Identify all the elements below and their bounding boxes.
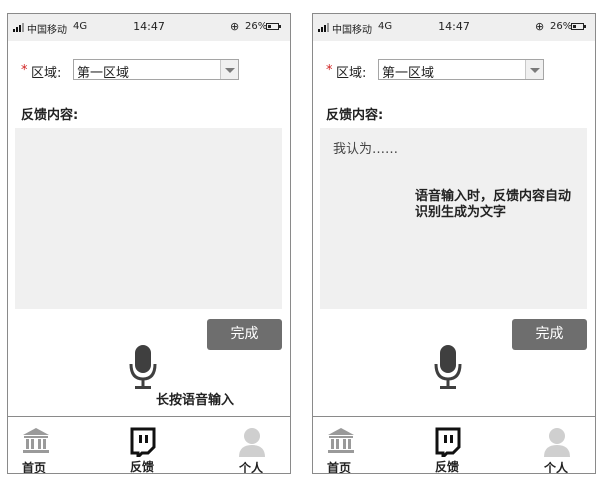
bank-icon xyxy=(328,428,354,453)
region-label: 区域: xyxy=(31,66,62,81)
chevron-down-icon[interactable] xyxy=(220,60,238,79)
tab-bar: 首页 反馈 个人 xyxy=(313,416,595,474)
battery-percent: 26% xyxy=(550,21,573,32)
region-select-value: 第一区域 xyxy=(382,66,435,81)
region-select[interactable]: 第一区域 xyxy=(378,59,544,81)
feedback-text: 我认为…… xyxy=(333,142,399,157)
tab-home-label: 首页 xyxy=(327,461,352,474)
battery-icon xyxy=(266,23,281,30)
feedback-icon xyxy=(130,427,156,457)
phone-screen-voice-recognized: 中国移动 4G 14:47 ⊕ 26% * 区域: 第一区域 反馈内容: 我认为… xyxy=(312,13,596,474)
required-mark: * xyxy=(326,63,333,78)
battery-icon xyxy=(571,23,586,30)
status-bar: 中国移动 4G 14:47 ⊕ 26% xyxy=(8,14,290,41)
required-mark: * xyxy=(21,63,28,78)
annotation-note: 语音输入时，反馈内容自动识别生成为文字 xyxy=(415,189,572,220)
region-label: 区域: xyxy=(336,66,367,81)
chevron-down-icon[interactable] xyxy=(525,60,543,79)
person-icon xyxy=(239,428,265,457)
person-icon xyxy=(544,428,570,457)
status-bar: 中国移动 4G 14:47 ⊕ 26% xyxy=(313,14,595,41)
feedback-icon xyxy=(435,427,461,457)
tab-feedback[interactable]: 反馈 xyxy=(417,417,477,474)
feedback-textarea[interactable] xyxy=(15,128,282,309)
voice-input-hint: 长按语音输入 xyxy=(156,393,235,408)
done-button[interactable]: 完成 xyxy=(207,319,282,350)
bank-icon xyxy=(23,428,49,453)
tab-profile[interactable]: 个人 xyxy=(527,417,587,474)
tab-feedback-label: 反馈 xyxy=(435,460,460,474)
feedback-textarea[interactable]: 我认为…… 语音输入时，反馈内容自动识别生成为文字 xyxy=(320,128,587,309)
region-select[interactable]: 第一区域 xyxy=(73,59,239,81)
rotation-lock-icon: ⊕ xyxy=(230,20,240,33)
feedback-label: 反馈内容: xyxy=(326,108,384,123)
tab-feedback[interactable]: 反馈 xyxy=(112,417,172,474)
tab-home[interactable]: 首页 xyxy=(8,417,68,474)
feedback-label: 反馈内容: xyxy=(21,108,79,123)
done-button[interactable]: 完成 xyxy=(512,319,587,350)
microphone-icon[interactable] xyxy=(433,345,463,391)
tab-bar: 首页 反馈 个人 xyxy=(8,416,290,474)
microphone-icon[interactable] xyxy=(128,345,158,391)
tab-home-label: 首页 xyxy=(22,461,47,474)
tab-profile-label: 个人 xyxy=(239,461,264,474)
battery-percent: 26% xyxy=(245,21,268,32)
tab-home[interactable]: 首页 xyxy=(313,417,373,474)
tab-profile-label: 个人 xyxy=(544,461,569,474)
region-select-value: 第一区域 xyxy=(77,66,130,81)
tab-profile[interactable]: 个人 xyxy=(222,417,282,474)
tab-feedback-label: 反馈 xyxy=(130,460,155,474)
phone-screen-voice-input: 中国移动 4G 14:47 ⊕ 26% * 区域: 第一区域 反馈内容: 完成 … xyxy=(7,13,291,474)
rotation-lock-icon: ⊕ xyxy=(535,20,545,33)
